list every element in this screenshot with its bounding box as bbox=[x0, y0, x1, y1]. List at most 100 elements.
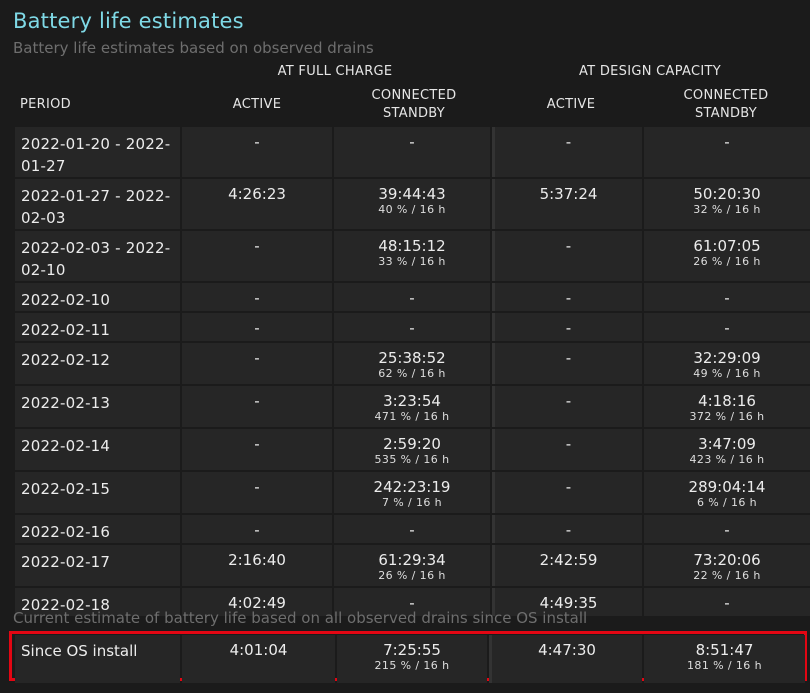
standby-full-cell: - bbox=[334, 283, 490, 311]
active-full-cell: - bbox=[182, 313, 332, 341]
group-header-design-capacity: AT DESIGN CAPACITY bbox=[578, 64, 722, 79]
period-cell: 2022-02-12 bbox=[15, 343, 180, 384]
cell-value: - bbox=[565, 237, 572, 255]
active-design-cell: - bbox=[492, 472, 642, 513]
standby-design-cell: - bbox=[644, 313, 810, 341]
table-row: 2022-02-12 - 25:38:52 62 % / 16 h - 32:29:09 4… bbox=[15, 343, 810, 384]
cell-subvalue: 26 % / 16 h bbox=[693, 255, 761, 268]
cell-value: - bbox=[254, 289, 260, 307]
cell-subvalue: 6 % / 16 h bbox=[696, 496, 758, 509]
active-design-cell: - bbox=[492, 283, 642, 311]
since-install-standby-full-value: 7:25:55 bbox=[383, 641, 441, 659]
cell-subvalue: 372 % / 16 h bbox=[689, 410, 765, 423]
table-row: 2022-02-17 2:16:40 61:29:34 26 % / 16 h 2:42… bbox=[15, 545, 810, 586]
since-install-row: Since OS install 4:01:04 7:25:55 215 % /… bbox=[15, 635, 805, 683]
cell-subvalue: 32 % / 16 h bbox=[693, 203, 761, 216]
cell-subvalue: 33 % / 16 h bbox=[378, 255, 446, 268]
cell-value: - bbox=[565, 435, 572, 453]
active-design-cell: - bbox=[492, 313, 642, 341]
standby-design-cell: 289:04:14 6 % / 16 h bbox=[644, 472, 810, 513]
period-cell: 2022-02-10 bbox=[15, 283, 180, 311]
active-full-cell: - bbox=[182, 231, 332, 281]
since-install-active-full: 4:01:04 bbox=[182, 635, 335, 683]
active-design-cell: - bbox=[492, 127, 642, 177]
active-full-cell: - bbox=[182, 343, 332, 384]
active-full-cell: - bbox=[182, 386, 332, 427]
cell-value: - bbox=[565, 349, 572, 367]
cell-subvalue: 535 % / 16 h bbox=[374, 453, 450, 466]
cell-value: - bbox=[724, 521, 730, 539]
cell-value: 32:29:09 bbox=[693, 349, 761, 367]
cell-value: 4:26:23 bbox=[228, 185, 286, 203]
cell-value: - bbox=[254, 237, 260, 255]
cell-value: - bbox=[409, 521, 415, 539]
cell-subvalue: 22 % / 16 h bbox=[693, 569, 761, 582]
period-cell: 2022-02-15 bbox=[15, 472, 180, 513]
period-cell: 2022-02-13 bbox=[15, 386, 180, 427]
cell-value: - bbox=[409, 133, 415, 151]
active-design-cell: - bbox=[492, 429, 642, 470]
cell-value: - bbox=[254, 392, 260, 410]
cell-value: 2:59:20 bbox=[383, 435, 441, 453]
standby-full-cell: 2:59:20 535 % / 16 h bbox=[334, 429, 490, 470]
cell-value: - bbox=[565, 392, 572, 410]
cell-subvalue: 40 % / 16 h bbox=[378, 203, 446, 216]
standby-full-cell: - bbox=[334, 313, 490, 341]
standby-full-cell: 48:15:12 33 % / 16 h bbox=[334, 231, 490, 281]
since-install-standby-design-value: 8:51:47 bbox=[695, 641, 754, 659]
cell-value: - bbox=[724, 133, 730, 151]
cell-value: 3:23:54 bbox=[383, 392, 441, 410]
cell-value: - bbox=[724, 594, 730, 612]
period-cell: 2022-02-17 bbox=[15, 545, 180, 586]
period-text: 2022-02-13 bbox=[21, 394, 111, 412]
active-design-cell: 5:37:24 bbox=[492, 179, 642, 229]
since-install-active-full-value: 4:01:04 bbox=[229, 641, 288, 659]
cell-value: 61:29:34 bbox=[378, 551, 446, 569]
cell-value: - bbox=[565, 133, 572, 151]
standby-full-cell: 242:23:19 7 % / 16 h bbox=[334, 472, 490, 513]
period-text: 2022-01-20 - 2022- bbox=[21, 135, 171, 153]
period-text: 2022-02-17 bbox=[21, 553, 111, 571]
period-cell: 2022-02-11 bbox=[15, 313, 180, 341]
standby-full-cell: - bbox=[334, 515, 490, 543]
active-full-cell: - bbox=[182, 472, 332, 513]
since-install-caption: Current estimate of battery life based o… bbox=[13, 609, 588, 627]
active-design-cell: - bbox=[492, 343, 642, 384]
column-header-period: PERIOD bbox=[20, 97, 71, 112]
period-text: 2022-02-14 bbox=[21, 437, 111, 455]
period-cell: 2022-02-16 bbox=[15, 515, 180, 543]
column-header-standby-design-line1: CONNECTED bbox=[683, 88, 769, 103]
cell-value: - bbox=[254, 349, 260, 367]
standby-full-cell: 39:44:43 40 % / 16 h bbox=[334, 179, 490, 229]
table-row: 2022-02-14 - 2:59:20 535 % / 16 h - 3:47:09 42… bbox=[15, 429, 810, 470]
table-row: 2022-02-16 - - - - bbox=[15, 515, 810, 543]
active-design-cell: - bbox=[492, 515, 642, 543]
standby-full-cell: - bbox=[334, 127, 490, 177]
standby-design-cell: 61:07:05 26 % / 16 h bbox=[644, 231, 810, 281]
active-full-cell: 2:16:40 bbox=[182, 545, 332, 586]
column-header-active-full: ACTIVE bbox=[232, 97, 282, 112]
active-full-cell: - bbox=[182, 127, 332, 177]
period-text: 2022-02-12 bbox=[21, 351, 111, 369]
table-row: 2022-01-20 - 2022- 01-27 - - - - bbox=[15, 127, 810, 177]
period-text: 01-27 bbox=[21, 157, 66, 175]
cell-value: 2:16:40 bbox=[228, 551, 286, 569]
since-install-standby-design: 8:51:47 181 % / 16 h bbox=[644, 635, 805, 683]
estimates-table: 2022-01-20 - 2022- 01-27 - - - - 2022-01-27 - … bbox=[13, 125, 810, 618]
cell-subvalue: 62 % / 16 h bbox=[378, 367, 446, 380]
cell-subvalue: 423 % / 16 h bbox=[689, 453, 765, 466]
since-install-standby-full: 7:25:55 215 % / 16 h bbox=[337, 635, 487, 683]
period-text: 02-10 bbox=[21, 261, 66, 279]
column-header-standby-design: CONNECTED STANDBY bbox=[648, 87, 804, 123]
period-cell: 2022-01-27 - 2022- 02-03 bbox=[15, 179, 180, 229]
since-install-active-design: 4:47:30 bbox=[489, 635, 642, 683]
table-row: 2022-02-15 - 242:23:19 7 % / 16 h - 289:04:14… bbox=[15, 472, 810, 513]
active-full-cell: - bbox=[182, 283, 332, 311]
cell-value: - bbox=[254, 478, 260, 496]
group-header-full-charge: AT FULL CHARGE bbox=[277, 64, 393, 79]
table-row: 2022-02-11 - - - - bbox=[15, 313, 810, 341]
period-text: 2022-02-15 bbox=[21, 480, 111, 498]
cell-value: 61:07:05 bbox=[693, 237, 761, 255]
cell-value: - bbox=[254, 435, 260, 453]
cell-value: 2:42:59 bbox=[539, 551, 598, 569]
